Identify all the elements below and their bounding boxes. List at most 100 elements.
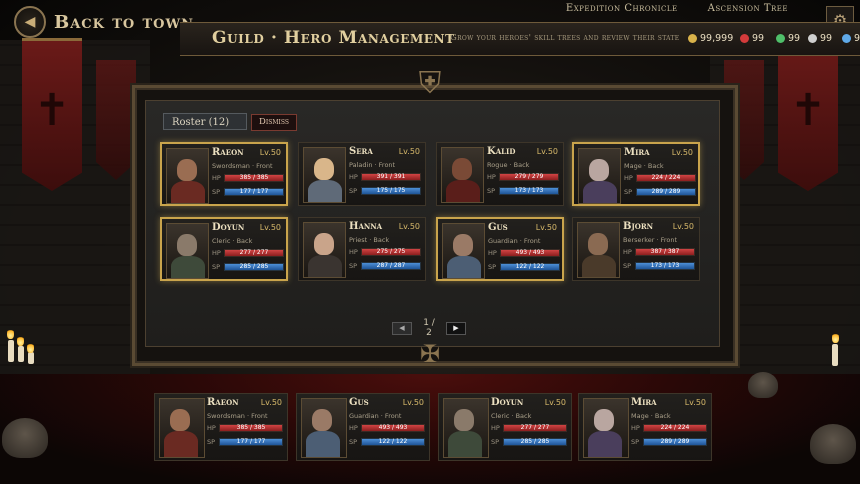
hp-label: HP (207, 424, 216, 432)
page-indicator: 1 / 2 (423, 318, 435, 338)
sp-label: SP (212, 263, 221, 271)
hp-label: HP (491, 424, 500, 432)
hp-value: 385 / 385 (236, 424, 266, 431)
resource-item: 99 (740, 33, 764, 44)
sp-value: 173 / 173 (650, 262, 680, 269)
hero-name: Gus (349, 397, 369, 408)
cross-emblem-icon: ✝ (33, 85, 71, 136)
sp-label: SP (349, 187, 358, 195)
hp-bar: 387 / 387 (635, 248, 695, 256)
blood-floor (0, 374, 860, 484)
sp-bar: 173 / 173 (635, 262, 695, 270)
back-to-town-button[interactable]: ◀ Back to town (14, 6, 194, 38)
hp-label: HP (488, 249, 497, 257)
hero-name: Kalid (487, 146, 516, 157)
hero-card[interactable]: Mira Lv.50 Mage · Back HP 224 / 224 SP 289 / 2… (572, 142, 700, 206)
hp-label: HP (487, 173, 496, 181)
arrow-left-icon: ◀ (14, 6, 46, 38)
sp-bar: 289 / 289 (636, 188, 696, 196)
hp-value: 224 / 224 (660, 424, 690, 431)
hp-label: HP (631, 424, 640, 432)
hero-card[interactable]: Kalid Lv.50 Rogue · Back HP 279 / 279 SP 173 /… (436, 142, 564, 206)
candle (832, 344, 838, 366)
nav-ascension-tree[interactable]: Ascension Tree (708, 3, 788, 14)
sp-label: SP (349, 438, 358, 446)
hero-class: Swordsman · Front (207, 412, 268, 420)
hp-bar: 493 / 493 (361, 424, 425, 432)
hero-portrait (578, 148, 621, 204)
hero-level: Lv.50 (398, 222, 420, 231)
pagination: ◀ 1 / 2 ▶ (392, 318, 466, 338)
hero-card[interactable]: Gus Lv.50 Guardian · Front HP 493 / 493 SP 122… (296, 393, 430, 461)
hero-portrait (303, 147, 346, 203)
resource-item: 99 (776, 33, 800, 44)
sp-bar: 177 / 177 (224, 188, 284, 196)
gold-coin-icon (688, 34, 697, 43)
hero-name: Raeon (207, 397, 239, 408)
hero-class: Guardian · Front (349, 412, 402, 420)
sp-value: 175 / 175 (376, 187, 406, 194)
red-cross-icon (740, 34, 749, 43)
hero-card[interactable]: Doyun Lv.50 Cleric · Back HP 277 / 277 SP 285 … (160, 217, 288, 281)
hero-name: Bjorn (623, 221, 654, 232)
sp-bar: 122 / 122 (361, 438, 425, 446)
dismiss-button[interactable]: Dismiss (251, 114, 297, 131)
candle (18, 346, 24, 362)
hero-portrait (441, 147, 484, 203)
hero-class: Cleric · Back (491, 412, 532, 420)
resource-value: 99,999 (700, 33, 734, 44)
hp-label: HP (624, 174, 633, 182)
candle (8, 340, 14, 362)
sp-bar: 175 / 175 (361, 187, 421, 195)
resource-item: 9 (842, 33, 860, 44)
hero-name: Doyun (491, 397, 524, 408)
sp-value: 122 / 122 (378, 438, 408, 445)
resource-value: 99 (788, 33, 801, 44)
hero-card[interactable]: Sera Lv.50 Paladin · Front HP 391 / 391 SP 175… (298, 142, 426, 206)
hero-level: Lv.50 (536, 147, 558, 156)
hp-label: HP (349, 173, 358, 181)
sp-value: 289 / 289 (651, 188, 681, 195)
resource-item: 99 (808, 33, 832, 44)
hero-level: Lv.50 (402, 398, 424, 407)
hero-class: Rogue · Back (487, 161, 530, 169)
hero-class: Paladin · Front (349, 161, 396, 169)
hero-class: Berserker · Front (623, 236, 678, 244)
hero-card[interactable]: Raeon Lv.50 Swordsman · Front HP 385 / 385 SP… (154, 393, 288, 461)
hp-label: HP (212, 249, 221, 257)
sp-label: SP (623, 262, 632, 270)
candle-flame (832, 332, 839, 343)
hp-bar: 277 / 277 (224, 249, 284, 257)
bottom-ornament-icon: ✠ (419, 340, 441, 368)
top-bar: ◀ Back to town Expedition Chronicle Asce… (0, 0, 860, 62)
sp-bar: 287 / 287 (361, 262, 421, 270)
hero-level: Lv.50 (672, 222, 694, 231)
tab-roster[interactable]: Roster (12) (163, 113, 247, 130)
hp-bar: 277 / 277 (503, 424, 567, 432)
hero-card[interactable]: Gus Lv.50 Guardian · Front HP 493 / 493 SP 122… (436, 217, 564, 281)
hp-bar: 224 / 224 (643, 424, 707, 432)
hero-card[interactable]: Bjorn Lv.50 Berserker · Front HP 387 / 387 SP… (572, 217, 700, 281)
resource-value: 99 (820, 33, 833, 44)
hero-card[interactable]: Hanna Lv.50 Priest · Back HP 275 / 275 SP 287 … (298, 217, 426, 281)
nav-expedition-chronicle[interactable]: Expedition Chronicle (566, 3, 678, 14)
prev-page-button[interactable]: ◀ (392, 321, 412, 335)
hero-portrait (166, 148, 209, 204)
next-page-button[interactable]: ▶ (446, 321, 466, 335)
hero-level: Lv.50 (398, 147, 420, 156)
top-nav: Expedition Chronicle Ascension Tree (566, 3, 788, 14)
green-cross-icon (776, 34, 785, 43)
hero-card[interactable]: Mira Lv.50 Mage · Back HP 224 / 224 SP 289 / 2… (578, 393, 712, 461)
hero-card[interactable]: Raeon Lv.50 Swordsman · Front HP 385 / 385 SP… (160, 142, 288, 206)
sp-label: SP (631, 438, 640, 446)
hp-value: 279 / 279 (514, 173, 544, 180)
hp-value: 224 / 224 (651, 174, 681, 181)
hero-card[interactable]: Doyun Lv.50 Cleric · Back HP 277 / 277 SP 285 … (438, 393, 572, 461)
small-banner-left (96, 60, 136, 180)
hero-name: Sera (349, 146, 373, 157)
resource-value: 9 (854, 33, 860, 44)
hp-bar: 279 / 279 (499, 173, 559, 181)
hero-portrait (303, 222, 346, 278)
hero-level: Lv.50 (671, 148, 693, 157)
hero-name: Mira (631, 397, 657, 408)
